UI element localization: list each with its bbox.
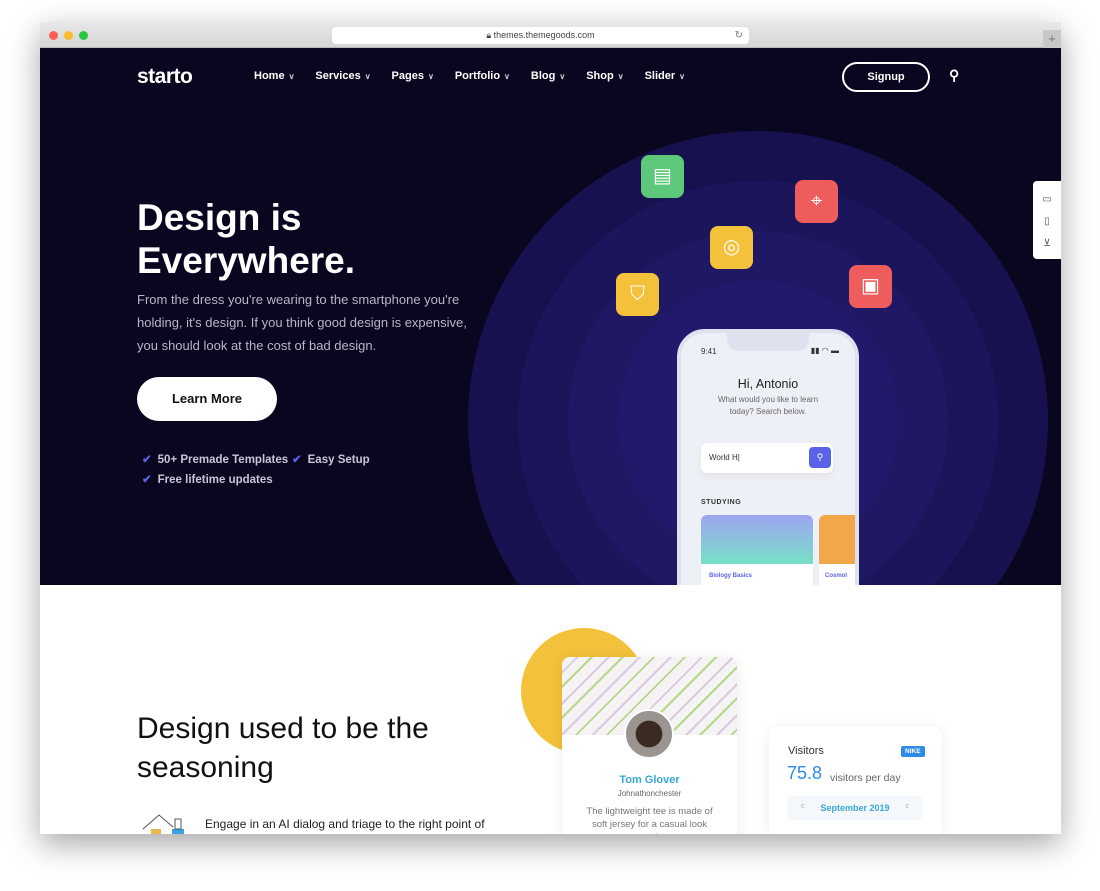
chevron-down-icon: ∨ [288,72,295,81]
nav-item-home[interactable]: Home ∨ [254,70,294,82]
phone-notch [727,333,809,351]
profile-card: Tom Glover Johnathonchester The lightwei… [562,657,737,834]
check-icon: ✔ [142,454,152,466]
lock-icon: 🔒︎ [486,30,494,40]
phone-search-input[interactable]: World H| ⚲ [701,443,833,473]
feature-label: Easy Setup [307,454,370,466]
title-line: Design is [137,197,302,238]
course-title: Cosmol [825,573,848,579]
chevron-down-icon: ∨ [679,72,686,81]
profile-bio: The lightweight tee is made of soft jers… [586,806,713,834]
chat-icon[interactable]: ▭ [1033,189,1061,211]
brand-badge: NIKE [901,746,925,757]
nav-item-slider[interactable]: Slider ∨ [645,70,685,82]
mobile-payment-icon: ▤ [641,155,684,198]
check-icon: ✔ [142,474,152,486]
nav-item-services[interactable]: Services ∨ [315,70,370,82]
globe-icon: ◎ [710,226,753,269]
floating-sidebar: ▭ ▯ ⊻ [1033,181,1061,259]
phone-greeting: Hi, Antonio [737,377,799,391]
logo[interactable]: starto [137,65,193,89]
avatar [624,709,674,759]
title-line: Everywhere. [137,240,356,281]
course-illustration [819,515,855,564]
visitors-value: 75.8 [787,763,823,783]
hero-section: starto Home ∨ Services ∨ Pages ∨ Portfolio ∨… [40,48,1061,585]
next-month-button[interactable]: c [906,803,910,810]
reload-icon[interactable]: ↻ [735,27,743,44]
briefcase-icon: ▣ [849,265,892,308]
nav-label: Shop [586,70,614,82]
feature-text: Engage in an AI dialog and triage to the… [205,817,485,831]
section-title: Design used to be the seasoning [137,712,429,784]
chevron-down-icon: ∨ [504,72,510,81]
address-bar[interactable]: 🔒︎ themes.themegoods.com ↻ [332,27,749,44]
nav-item-shop[interactable]: Shop ∨ [586,70,623,82]
signup-button[interactable]: Signup [842,62,930,92]
nav-label: Home [254,70,285,82]
feature-item: ✔ 50+ Premade Templates [142,452,288,466]
home-illustration-icon [137,807,189,834]
location-pin-icon: ⌖ [795,180,838,223]
phone-mockup: 9:41 ▮▮ ◠ ▬ Hi, Antonio What would you l… [677,329,859,585]
visitors-unit: visitors per day [830,772,901,784]
visitors-card: Visitors NIKE 75.8 visitors per day c Se… [769,727,942,834]
nav-label: Blog [530,70,556,82]
profile-name: Tom Glover [619,774,680,786]
book-icon[interactable]: ▯ [1033,211,1061,233]
search-icon[interactable]: ⚲ [949,67,959,84]
phone-prompt: What would you like to learn today? Sear… [717,395,819,416]
visitors-title: Visitors [788,745,824,757]
month-selector: c September 2019 c [787,796,923,820]
features-section: Design used to be the seasoning Engage i… [40,585,1061,834]
browser-window: 🔒︎ themes.themegoods.com ↻ + starto Home ∨… [40,22,1061,834]
browser-toolbar: 🔒︎ themes.themegoods.com ↻ + [40,22,1061,48]
course-card[interactable]: Cosmol [819,515,855,585]
top-nav: starto Home ∨ Services ∨ Pages ∨ Portfolio ∨… [40,48,1061,104]
url-text: themes.themegoods.com [493,30,595,40]
nav-label: Portfolio [454,70,501,82]
phone-time: 9:41 [701,347,717,356]
nav-item-blog[interactable]: Blog ∨ [531,70,565,82]
feature-item: ✔ Free lifetime updates [142,472,273,486]
feature-label: 50+ Premade Templates [157,454,289,466]
profile-handle: Johnathonchester [617,789,682,798]
cart-icon[interactable]: ⊻ [1033,233,1061,255]
maximize-window-button[interactable] [79,31,88,40]
course-illustration [701,515,813,564]
feature-label: Free lifetime updates [157,474,273,486]
new-tab-button[interactable]: + [1043,30,1061,48]
hero-title: Design is Everywhere. [137,196,355,282]
month-label: September 2019 [820,803,890,813]
nav-item-portfolio[interactable]: Portfolio ∨ [455,70,510,82]
nav-label: Services [315,70,361,82]
search-value: World H| [709,453,740,462]
chevron-down-icon: ∨ [364,72,371,81]
nav-label: Pages [391,70,424,82]
learn-more-button[interactable]: Learn More [137,377,277,421]
search-icon[interactable]: ⚲ [809,447,831,468]
chevron-down-icon: ∨ [427,72,434,81]
chevron-down-icon: ∨ [559,72,566,81]
nav-item-pages[interactable]: Pages ∨ [392,70,434,82]
nav-label: Slider [644,70,676,82]
course-card[interactable]: Biology Basics [701,515,813,585]
feature-item: ✔ Easy Setup [292,452,370,466]
shield-icon: ⛉ [616,273,659,316]
course-title: Biology Basics [709,573,753,579]
close-window-button[interactable] [49,31,58,40]
minimize-window-button[interactable] [64,31,73,40]
check-icon: ✔ [292,454,302,466]
signal-battery-icon: ▮▮ ◠ ▬ [810,346,839,355]
chevron-down-icon: ∨ [617,72,624,81]
phone-section-label: STUDYING [701,499,742,506]
hero-subtitle: From the dress you're wearing to the sma… [137,292,467,353]
